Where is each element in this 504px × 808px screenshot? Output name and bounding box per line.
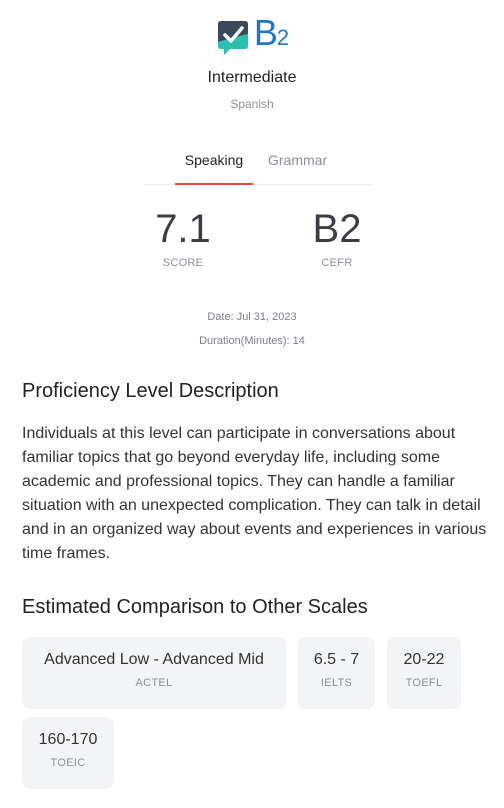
scale-card-toefl: 20-22 TOEFL — [387, 637, 461, 709]
result-header: B2 Intermediate Spanish — [0, 12, 504, 112]
scale-name: TOEIC — [50, 757, 86, 769]
scale-value: 6.5 - 7 — [313, 651, 360, 668]
test-meta: Date: Jul 31, 2023 Duration(Minutes): 14 — [0, 305, 504, 353]
language-label: Spanish — [230, 97, 274, 111]
scale-name: IELTS — [320, 677, 353, 689]
level-logo: B2 — [216, 12, 289, 56]
cefr-block: B2 CEFR — [277, 205, 397, 269]
test-date: Date: Jul 31, 2023 — [207, 311, 297, 323]
cefr-label: CEFR — [321, 257, 353, 269]
skill-tabs: Speaking Grammar — [144, 144, 372, 185]
scale-card-toeic: 160-170 TOEIC — [22, 717, 114, 789]
scale-card-actel: Advanced Low - Advanced Mid ACTEL — [22, 637, 286, 709]
scale-card-ielts: 6.5 - 7 IELTS — [298, 637, 375, 709]
scale-name: ACTEL — [135, 677, 173, 689]
scale-value: Advanced Low - Advanced Mid — [44, 651, 264, 668]
score-block: 7.1 SCORE — [123, 205, 243, 269]
description-text: Individuals at this level can participat… — [22, 425, 487, 562]
score-value: 7.1 — [155, 207, 211, 251]
comparison-title: Estimated Comparison to Other Scales — [22, 596, 368, 618]
scale-value: 160-170 — [38, 731, 98, 748]
score-label: SCORE — [162, 257, 204, 269]
level-name: Intermediate — [207, 69, 297, 86]
speech-check-icon — [217, 21, 248, 55]
tab-speaking[interactable]: Speaking — [175, 144, 253, 185]
description-title: Proficiency Level Description — [22, 380, 279, 402]
scale-value: 20-22 — [403, 651, 445, 668]
scale-name: TOEFL — [405, 677, 443, 689]
level-badge: B2 — [253, 12, 289, 53]
test-duration: Duration(Minutes): 14 — [199, 335, 305, 347]
cefr-value: B2 — [312, 207, 362, 251]
tab-grammar[interactable]: Grammar — [268, 144, 327, 184]
